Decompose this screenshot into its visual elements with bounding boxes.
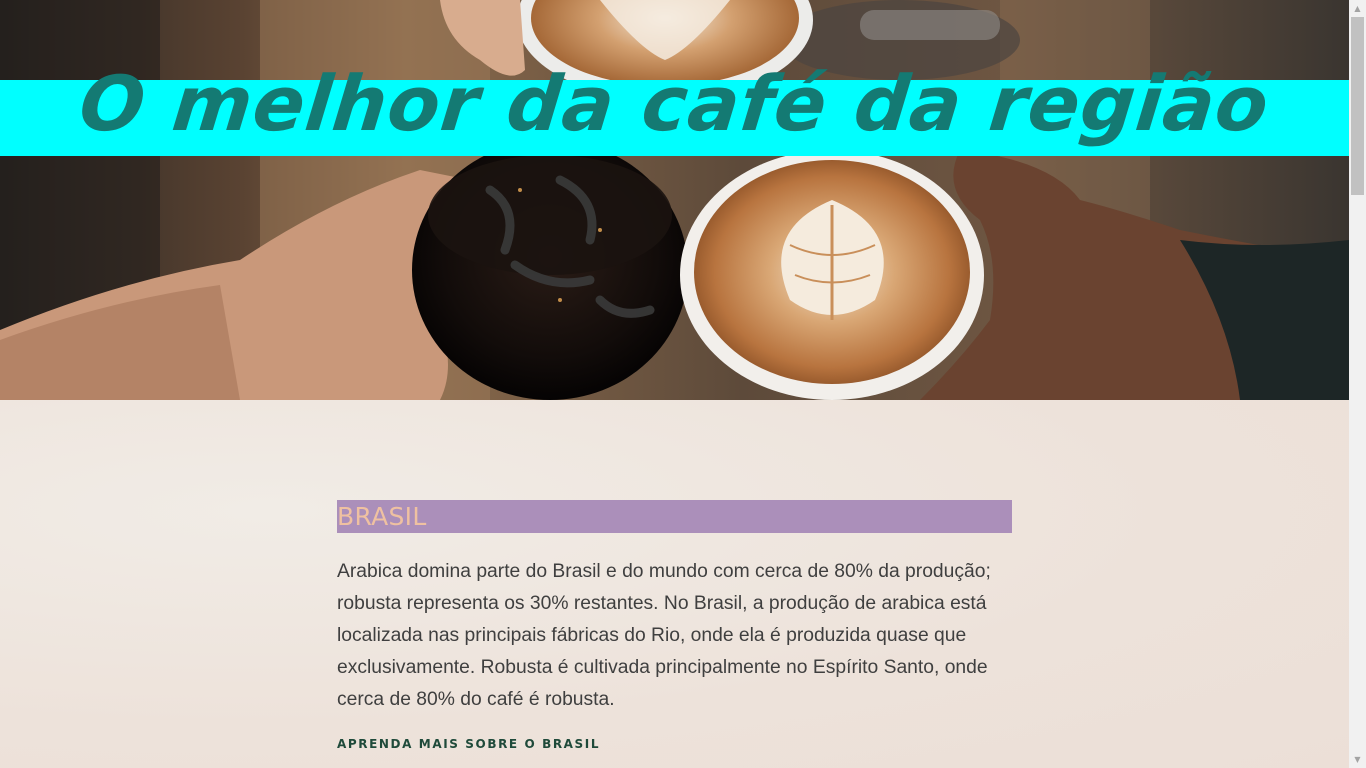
scroll-up-arrow-icon[interactable]: ▲	[1349, 0, 1366, 17]
scroll-down-arrow-icon[interactable]: ▼	[1349, 751, 1366, 768]
vertical-scrollbar[interactable]: ▲ ▼	[1349, 0, 1366, 768]
hero-section: O melhor da café da região	[0, 0, 1349, 400]
learn-more-link[interactable]: APRENDA MAIS SOBRE O BRASIL	[337, 737, 600, 751]
scroll-thumb[interactable]	[1351, 17, 1364, 195]
page: O melhor da café da região BRASIL Arabic…	[0, 0, 1349, 768]
content-section: BRASIL Arabica domina parte do Brasil e …	[0, 400, 1349, 768]
hero-headline: O melhor da café da região	[75, 59, 1274, 148]
section-body: Arabica domina parte do Brasil e do mund…	[337, 561, 991, 710]
section-title: BRASIL	[337, 500, 1012, 533]
